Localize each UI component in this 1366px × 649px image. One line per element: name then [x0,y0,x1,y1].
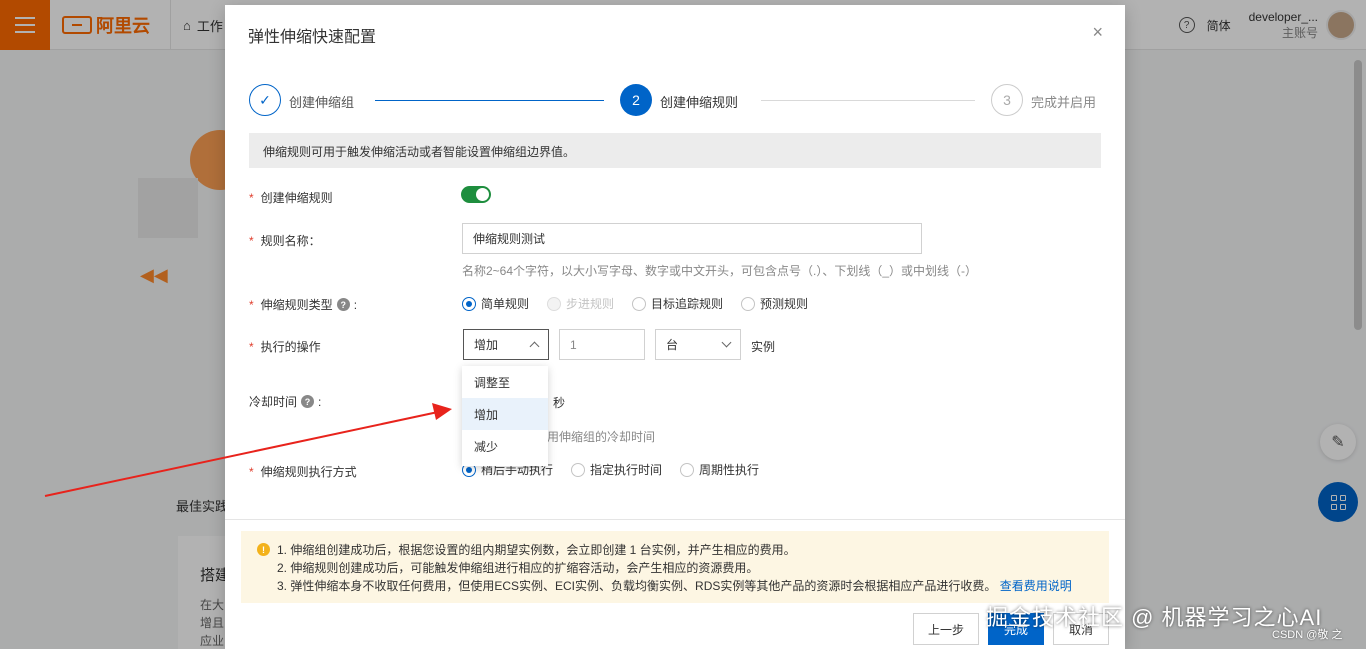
rule-type-radio-group: 简单规则 步进规则 目标追踪规则 预测规则 [462,295,826,312]
menu-item-increase[interactable]: 增加 [462,398,548,430]
step-connector-1 [375,100,604,101]
cooldown-hint: 用伸缩组的冷却时间 [547,430,656,444]
csdn-watermark: CSDN @敬 之 [1272,629,1343,641]
rule-name-hint: 名称2~64个字符，以大小写字母、数字或中文开头，可包含点号（.）、下划线（_）… [462,264,978,278]
exec-mode-label: * 伸缩规则执行方式 [249,464,357,480]
prev-step-button[interactable]: 上一步 [913,613,979,645]
radio-scheduled-exec[interactable]: 指定执行时间 [571,461,662,478]
operation-dropdown-menu: 调整至 增加 减少 [462,366,548,466]
footer-divider [225,519,1125,520]
rule-name-input[interactable]: 伸缩规则测试 [462,223,922,254]
chevron-up-icon [529,341,540,351]
create-rule-label: * 创建伸缩规则 [249,190,333,206]
notice-line-3: 3. 弹性伸缩本身不收取任何费用，但使用ECS实例、ECI实例、负载均衡实例、R… [277,579,1072,593]
radio-simple-rule[interactable]: 简单规则 [462,295,529,312]
radio-periodic-exec[interactable]: 周期性执行 [680,461,759,478]
rule-name-label: * 规则名称： [249,233,321,249]
cooldown-label: 冷却时间 ? : [249,394,322,410]
close-icon[interactable]: × [1092,23,1103,41]
fee-detail-link[interactable]: 查看费用说明 [1000,579,1072,593]
step-2-label: 创建伸缩规则 [660,95,739,110]
required-mark: * [249,297,254,312]
step-2-number: 2 [620,84,652,116]
warning-icon: ! [257,543,270,556]
required-mark: * [249,190,254,205]
notice-line-1: 1. 伸缩组创建成功后，根据您设置的组内期望实例数，会立即创建 1 台实例，并产… [277,543,796,557]
help-icon[interactable]: ? [336,298,350,311]
unit-select[interactable]: 台 [655,329,741,360]
required-mark: * [249,464,254,479]
step-1-check-icon: ✓ [249,84,281,116]
cooldown-unit: 秒 [553,396,566,410]
step-3-label: 完成并启用 [1031,95,1097,110]
required-mark: * [249,339,254,354]
info-banner: 伸缩规则可用于触发伸缩活动或者智能设置伸缩组边界值。 [249,133,1101,168]
radio-target-tracking-rule[interactable]: 目标追踪规则 [632,295,723,312]
menu-item-decrease[interactable]: 减少 [462,430,548,462]
operation-label: * 执行的操作 [249,339,321,355]
step-3-number: 3 [991,84,1023,116]
radio-predictive-rule[interactable]: 预测规则 [741,295,808,312]
step-1-label: 创建伸缩组 [289,95,355,110]
instance-count-input[interactable]: 1 [559,329,645,360]
create-rule-toggle[interactable] [461,186,491,203]
help-icon[interactable]: ? [301,395,315,408]
instance-suffix: 实例 [751,340,776,354]
menu-item-adjust-to[interactable]: 调整至 [462,366,548,398]
radio-step-rule: 步进规则 [547,295,614,312]
chevron-down-icon [721,337,732,347]
notice-line-2: 2. 伸缩规则创建成功后，可能触发伸缩组进行相应的扩缩容活动，会产生相应的资源费… [277,561,759,575]
fee-notice: ! 1. 伸缩组创建成功后，根据您设置的组内期望实例数，会立即创建 1 台实例，… [241,531,1109,603]
operation-select[interactable]: 增加 [463,329,549,360]
step-connector-2 [761,100,975,101]
dialog-title: 弹性伸缩快速配置 [248,29,377,46]
scaling-config-dialog: 弹性伸缩快速配置 × ✓ 创建伸缩组 2 创建伸缩规则 3 完成并启用 伸缩规则… [225,5,1125,649]
required-mark: * [249,233,254,248]
rule-type-label: * 伸缩规则类型 ? : [249,297,358,313]
